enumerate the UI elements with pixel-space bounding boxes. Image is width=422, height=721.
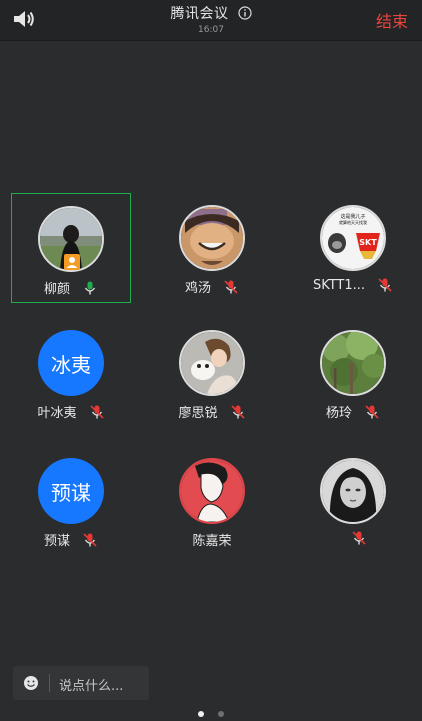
participant-tile[interactable]: 这是我儿子 就算他天天找我 SKT SKTT1...	[293, 193, 413, 303]
mic-muted-icon	[89, 404, 104, 419]
host-badge	[64, 254, 80, 270]
mic-muted-icon	[352, 531, 366, 545]
chat-placeholder: 说点什么...	[59, 679, 124, 694]
chat-input[interactable]: 说点什么...	[13, 666, 149, 700]
mic-muted-icon	[224, 279, 238, 294]
page-dot[interactable]	[217, 711, 224, 717]
participant-label-row	[293, 530, 413, 546]
participant-tile[interactable]	[293, 446, 413, 556]
participant-name: 柳颜	[43, 282, 70, 297]
mic-muted-icon	[378, 278, 392, 292]
participant-name: 叶冰夷	[37, 406, 77, 421]
mic-muted-icon	[365, 404, 379, 419]
participant-name: SKTT1...	[312, 277, 366, 293]
emoji-icon[interactable]	[23, 675, 39, 691]
participant-tile[interactable]: 预谋 预谋	[11, 446, 131, 556]
participant-label-row: 柳颜	[12, 278, 130, 297]
participant-name: 预谋	[43, 534, 70, 549]
participant-label-row: 叶冰夷	[11, 402, 131, 421]
avatar	[320, 330, 386, 396]
avatar	[320, 458, 386, 524]
participant-label-row: SKTT1...	[293, 277, 413, 293]
meme-text: 就算他天天找我	[339, 219, 367, 225]
participant-tile[interactable]: 柳颜	[11, 193, 131, 303]
participant-label-row: 廖思锐	[152, 402, 272, 421]
user-icon	[66, 257, 78, 268]
skt-logo-text: SKT	[359, 238, 377, 247]
avatar	[179, 458, 245, 524]
mic-muted-icon	[83, 532, 97, 547]
mic-active-icon	[84, 281, 96, 294]
avatar-text: 冰夷	[38, 330, 104, 396]
participant-name: 陈嘉荣	[192, 534, 232, 549]
participant-tile[interactable]: 冰夷 叶冰夷	[11, 318, 131, 428]
participant-grid: 柳颜 鸡汤 这是我儿子 就算他天天找我 SKT SKTT1... 冰夷 叶冰夷 …	[0, 0, 422, 718]
avatar: 这是我儿子 就算他天天找我 SKT	[320, 205, 386, 271]
participant-label-row: 鸡汤	[152, 277, 272, 296]
avatar	[179, 205, 245, 271]
participant-name: 鸡汤	[184, 281, 211, 296]
participant-tile[interactable]: 杨玲	[293, 318, 413, 428]
participant-name: 廖思锐	[178, 406, 218, 421]
mic-muted-icon	[230, 404, 245, 419]
meme-text: 这是我儿子	[340, 213, 365, 220]
participant-label-row: 陈嘉荣	[152, 530, 272, 549]
participant-label-row: 杨玲	[293, 402, 413, 421]
avatar-text: 预谋	[38, 458, 104, 524]
participant-name: 杨玲	[325, 406, 352, 421]
participant-tile[interactable]: 鸡汤	[152, 193, 272, 303]
page-dot-active[interactable]	[198, 711, 205, 717]
page-indicator	[0, 702, 422, 721]
participant-tile[interactable]: 陈嘉荣	[152, 446, 272, 556]
avatar	[179, 330, 245, 396]
divider	[49, 674, 50, 692]
participant-tile[interactable]: 廖思锐	[152, 318, 272, 428]
participant-label-row: 预谋	[11, 530, 131, 549]
